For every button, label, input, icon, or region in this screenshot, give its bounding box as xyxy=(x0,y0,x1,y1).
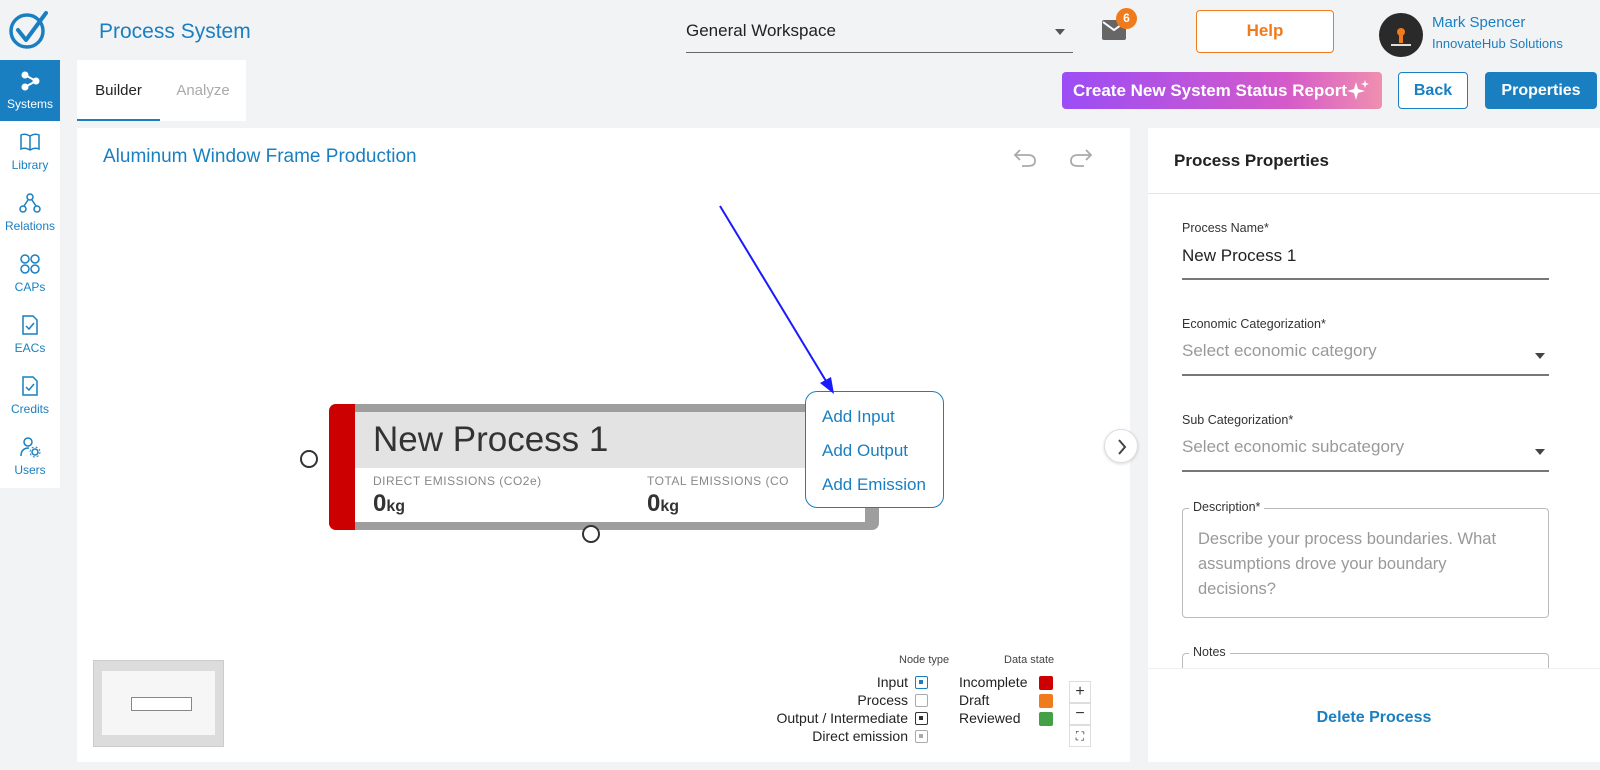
minimap-viewport xyxy=(131,697,192,711)
sidebar-item-label: Relations xyxy=(4,219,56,233)
economic-subcategory-select[interactable]: Select economic subcategory xyxy=(1182,437,1404,457)
avatar[interactable] xyxy=(1379,13,1423,57)
tab-builder[interactable]: Builder xyxy=(77,60,160,121)
process-node[interactable]: New Process 1 DIRECT EMISSIONS (CO2e) 0k… xyxy=(329,404,879,530)
users-settings-icon xyxy=(20,437,41,458)
notes-label: Notes xyxy=(1189,645,1230,659)
zoom-in-button[interactable]: + xyxy=(1069,681,1091,703)
process-name-input[interactable]: New Process 1 xyxy=(1182,246,1296,266)
direct-emissions-value: 0kg xyxy=(373,490,406,517)
legend-node-type-direct-emission: Direct emission xyxy=(812,728,908,744)
process-name-label: Process Name* xyxy=(1182,221,1269,235)
tab-analyze[interactable]: Analyze xyxy=(160,60,246,121)
minimap[interactable] xyxy=(93,660,224,747)
workspace-select[interactable]: General Workspace xyxy=(686,15,1073,53)
properties-button[interactable]: Properties xyxy=(1485,72,1597,109)
sidebar-item-library[interactable]: Library xyxy=(0,121,60,182)
sidebar-item-label: Credits xyxy=(10,402,49,416)
node-state-indicator xyxy=(329,404,355,530)
sidebar-item-label: Systems xyxy=(6,97,53,111)
back-button[interactable]: Back xyxy=(1398,72,1468,109)
sidebar-item-label: Library xyxy=(11,158,49,172)
create-report-button[interactable]: Create New System Status Report xyxy=(1062,72,1382,109)
draft-swatch xyxy=(1039,694,1053,708)
output-type-icon xyxy=(915,712,928,725)
node-output-handle[interactable] xyxy=(582,525,600,543)
sidebar-item-label: Users xyxy=(14,463,46,477)
legend-node-type-output: Output / Intermediate xyxy=(776,710,908,726)
legend-node-type-title: Node type xyxy=(899,654,950,666)
app-title: Process System xyxy=(99,20,251,43)
sub-categorization-label: Sub Categorization* xyxy=(1182,413,1294,427)
user-name[interactable]: Mark Spencer xyxy=(1432,14,1525,31)
redo-icon[interactable] xyxy=(1068,146,1094,168)
create-report-label: Create New System Status Report xyxy=(1073,81,1347,100)
chevron-down-icon xyxy=(1535,449,1545,455)
sidebar-item-eacs[interactable]: EACs xyxy=(0,304,60,365)
economic-categorization-label: Economic Categorization* xyxy=(1182,317,1326,331)
panel-title: Process Properties xyxy=(1174,151,1329,170)
node-context-menu: Add Input Add Output Add Emission xyxy=(805,391,944,508)
economic-category-select[interactable]: Select economic category xyxy=(1182,341,1377,361)
description-label: Description* xyxy=(1189,500,1265,514)
legend-state-reviewed: Reviewed xyxy=(959,710,1021,726)
process-node-name: New Process 1 xyxy=(373,420,609,459)
zoom-out-button[interactable]: − xyxy=(1069,703,1091,725)
app-logo[interactable] xyxy=(8,10,50,50)
avatar-logo-icon xyxy=(1391,28,1411,46)
system-title: Aluminum Window Frame Production xyxy=(103,146,417,167)
panel-toggle-button[interactable] xyxy=(1104,429,1138,463)
sidebar-item-users[interactable]: Users xyxy=(0,426,60,487)
panel-footer: Delete Process xyxy=(1148,668,1600,762)
sidebar-item-caps[interactable]: CAPs xyxy=(0,243,60,304)
legend-state-incomplete: Incomplete xyxy=(959,674,1028,690)
chevron-right-icon xyxy=(1118,439,1127,455)
sidebar-item-relations[interactable]: Relations xyxy=(0,182,60,243)
divider xyxy=(1148,193,1600,194)
node-input-handle[interactable] xyxy=(300,450,318,468)
chevron-down-icon xyxy=(1535,353,1545,359)
top-header: Process System General Workspace 6 Help … xyxy=(0,0,1600,60)
systems-icon xyxy=(21,71,40,91)
process-type-icon xyxy=(915,694,928,707)
grid-icon xyxy=(20,254,40,274)
sidebar-item-credits[interactable]: Credits xyxy=(0,365,60,426)
delete-process-button[interactable]: Delete Process xyxy=(1148,709,1600,727)
book-icon xyxy=(20,133,40,151)
incomplete-swatch xyxy=(1039,676,1053,690)
file-check-icon xyxy=(22,315,38,335)
description-field[interactable]: Description* Describe your process bound… xyxy=(1182,500,1549,618)
sidebar-item-systems[interactable]: Systems xyxy=(0,60,60,121)
sparkle-icon xyxy=(1347,80,1369,100)
add-emission-menu-item[interactable]: Add Emission xyxy=(822,475,926,495)
relations-icon xyxy=(19,193,41,213)
add-input-menu-item[interactable]: Add Input xyxy=(822,407,895,427)
chevron-down-icon xyxy=(1055,29,1065,35)
sidebar-item-label: EACs xyxy=(14,341,46,355)
add-output-menu-item[interactable]: Add Output xyxy=(822,441,908,461)
undo-icon[interactable] xyxy=(1012,146,1038,168)
fit-view-button[interactable]: ⛶ xyxy=(1069,725,1091,747)
help-button[interactable]: Help xyxy=(1196,10,1334,53)
legend-node-type-input: Input xyxy=(876,674,908,690)
process-properties-panel: Process Properties Process Name* New Pro… xyxy=(1148,128,1600,762)
description-placeholder: Describe your process boundaries. What a… xyxy=(1198,530,1497,598)
mail-count-badge: 6 xyxy=(1116,8,1137,29)
builder-canvas[interactable]: Aluminum Window Frame Production New Pro… xyxy=(77,128,1130,762)
workspace-value: General Workspace xyxy=(686,21,836,40)
input-type-icon xyxy=(915,676,928,689)
direct-emission-type-icon xyxy=(915,730,928,743)
legend-node-type-process: Process xyxy=(857,692,908,708)
direct-emissions-label: DIRECT EMISSIONS (CO2e) xyxy=(373,474,542,488)
sidebar-item-label: CAPs xyxy=(14,280,46,294)
user-org: InnovateHub Solutions xyxy=(1432,36,1563,51)
legend-data-state-title: Data state xyxy=(1004,654,1055,666)
total-emissions-label: TOTAL EMISSIONS (CO xyxy=(647,474,789,488)
file-check-icon xyxy=(22,376,38,396)
legend-state-draft: Draft xyxy=(959,692,990,708)
sidebar-nav: Systems Library Relations CAPs EACs Cred… xyxy=(0,60,60,488)
reviewed-swatch xyxy=(1039,712,1053,726)
total-emissions-value: 0kg xyxy=(647,490,680,517)
